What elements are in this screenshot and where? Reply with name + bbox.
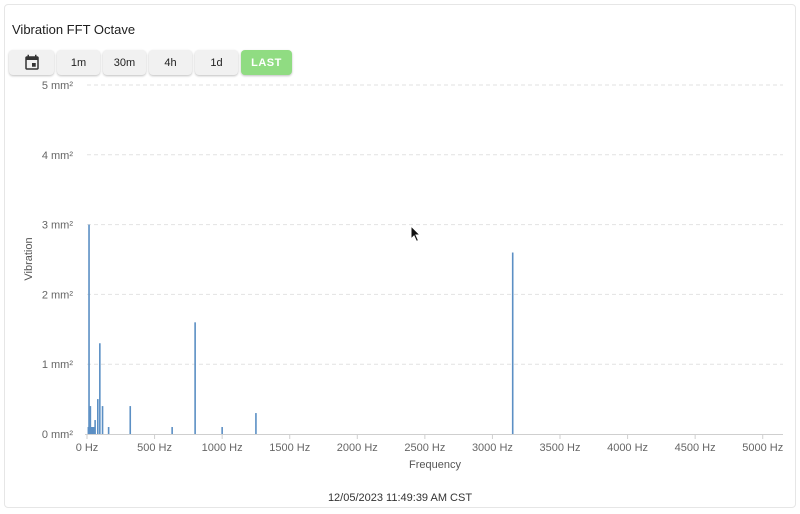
bar bbox=[94, 420, 96, 434]
y-axis-label: Vibration bbox=[23, 237, 35, 280]
bar bbox=[171, 427, 173, 434]
x-tick-label: 1500 Hz bbox=[269, 442, 310, 454]
y-tick-label: 3 mm² bbox=[42, 220, 74, 232]
timestamp: 12/05/2023 11:49:39 AM CST bbox=[327, 492, 473, 504]
bar bbox=[99, 343, 101, 434]
fft-bar-chart: 0 mm² 1 mm² 2 mm² 3 mm² 4 mm² 5 mm² 0 Hz 500 Hz… bbox=[23, 80, 783, 471]
y-tick-label: 0 mm² bbox=[42, 429, 74, 441]
axes: 0 mm² 1 mm² 2 mm² 3 mm² 4 mm² 5 mm² 0 Hz 500 Hz… bbox=[42, 80, 783, 454]
bar bbox=[101, 406, 104, 434]
bar bbox=[129, 406, 132, 434]
x-tick-label: 2000 Hz bbox=[337, 442, 378, 454]
x-tick-label: 0 Hz bbox=[76, 442, 99, 454]
bar bbox=[88, 224, 90, 434]
x-tick-label: 2500 Hz bbox=[404, 442, 445, 454]
x-tick-label: 5000 Hz bbox=[742, 442, 783, 454]
y-tick-label: 4 mm² bbox=[42, 150, 74, 162]
x-tick-label: 3500 Hz bbox=[540, 442, 581, 454]
x-tick-label: 3000 Hz bbox=[472, 442, 513, 454]
bar bbox=[511, 252, 514, 434]
mouse-pointer-icon bbox=[410, 225, 422, 243]
x-tick-label: 500 Hz bbox=[137, 442, 172, 454]
grid-lines bbox=[87, 84, 783, 365]
x-tick-label: 4500 Hz bbox=[675, 442, 716, 454]
bar bbox=[107, 427, 110, 434]
y-tick-label: 2 mm² bbox=[42, 289, 74, 301]
y-tick-label: 1 mm² bbox=[42, 359, 74, 371]
y-tick-label: 5 mm² bbox=[42, 80, 74, 92]
x-tick-label: 4000 Hz bbox=[607, 442, 648, 454]
bar bbox=[194, 322, 196, 434]
bar-series bbox=[87, 224, 514, 434]
bar bbox=[221, 427, 223, 434]
bar bbox=[97, 399, 99, 434]
x-tick-label: 1000 Hz bbox=[202, 442, 243, 454]
bar bbox=[255, 413, 257, 434]
x-axis-label: Frequency bbox=[409, 459, 461, 471]
